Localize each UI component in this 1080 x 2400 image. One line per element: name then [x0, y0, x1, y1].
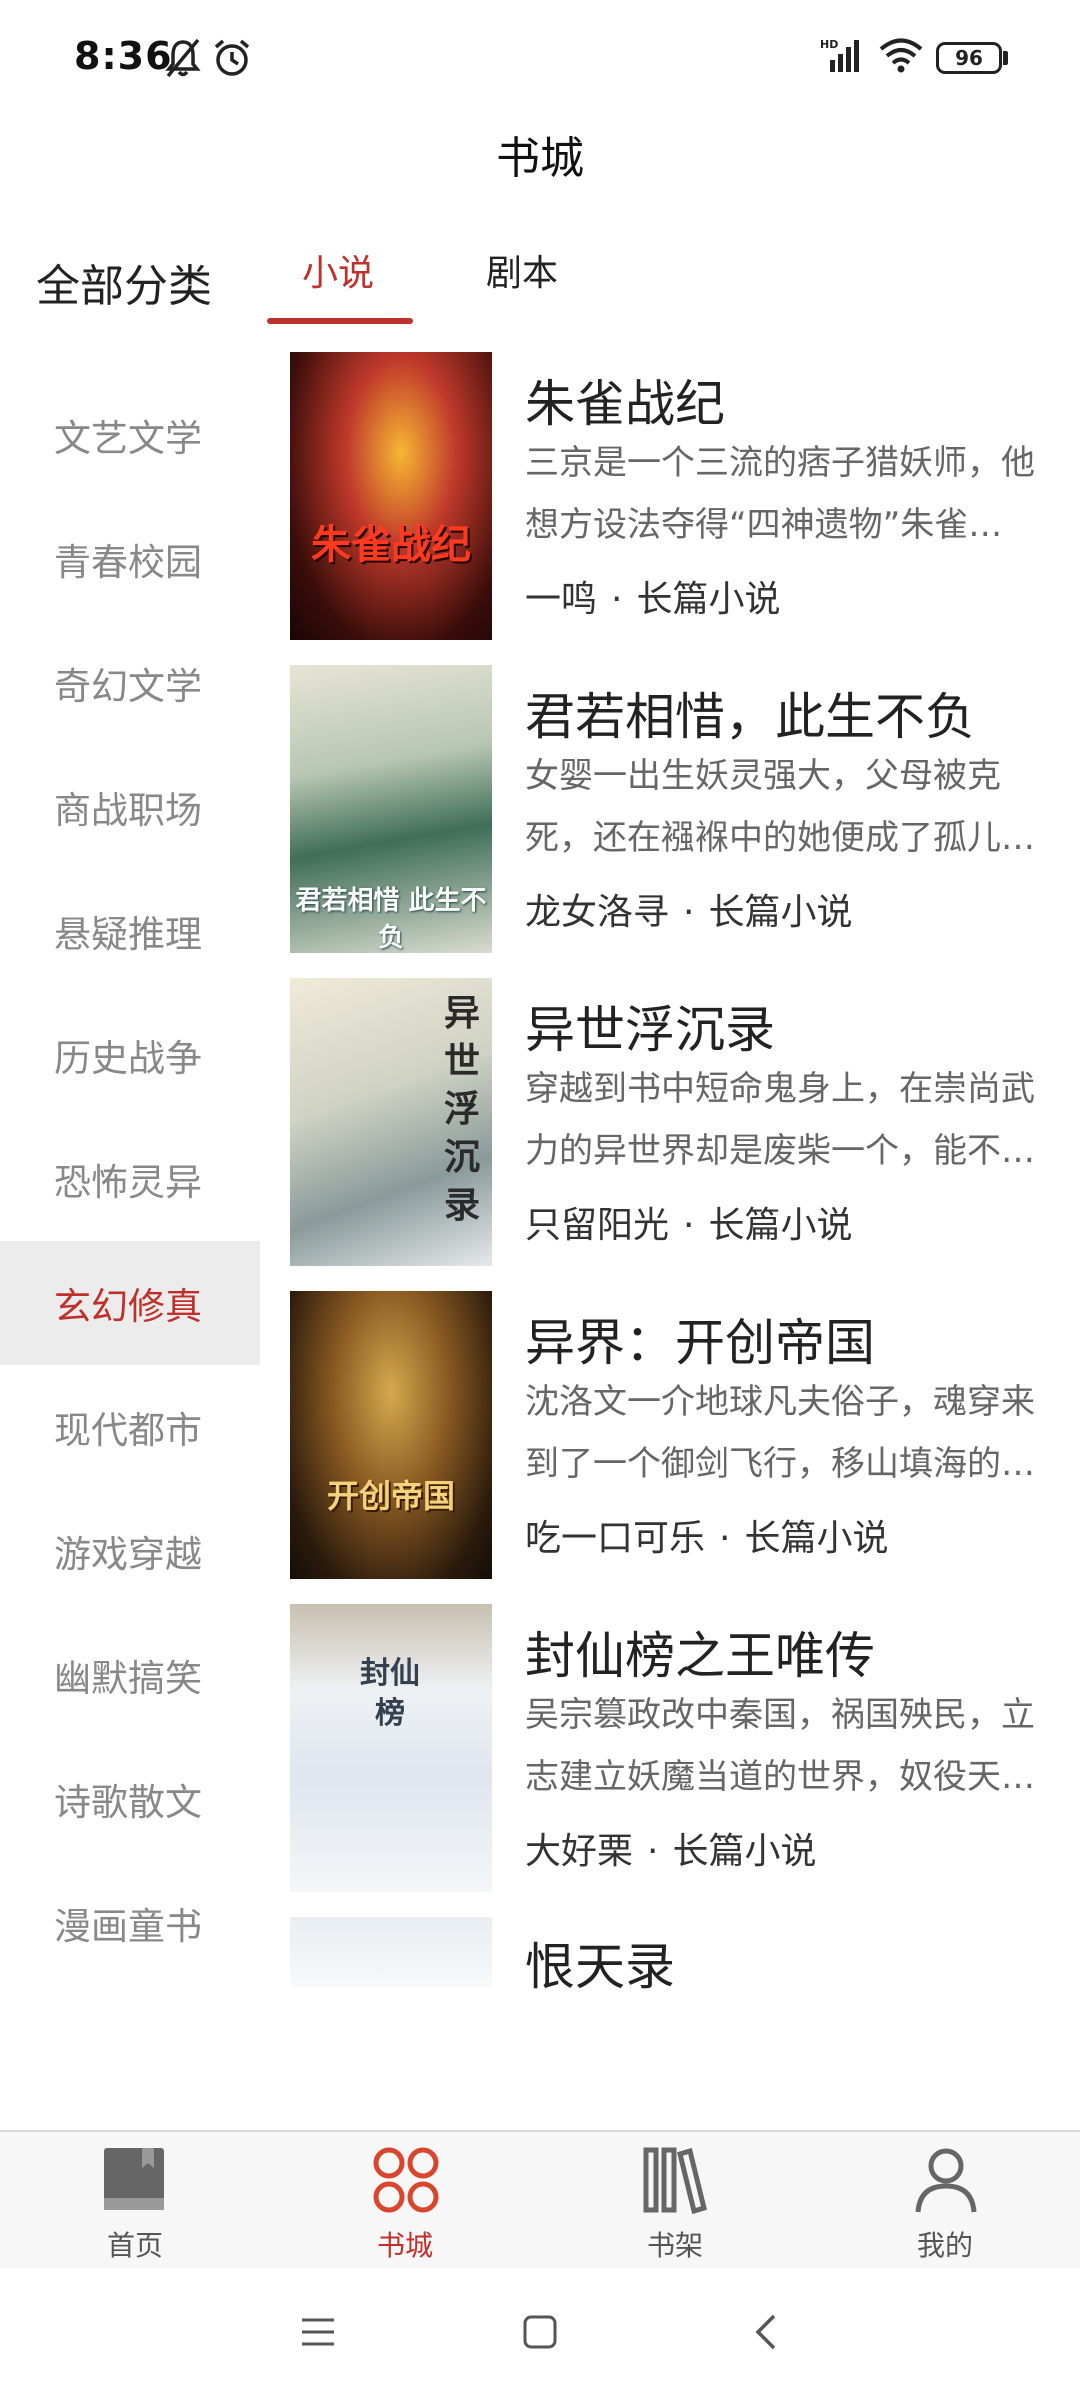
- book-item[interactable]: 封仙榜 封仙榜之王唯传 吴宗篡政改中秦国，祸国殃民，立志建立妖魔当道的世界，奴役…: [290, 1604, 1080, 1892]
- bookshelf-icon: [643, 2147, 707, 2215]
- book-meta: 只留阳光 · 长篇小说: [525, 1205, 853, 1246]
- nav-label: 书架: [646, 2229, 703, 2262]
- mute-bell-icon: [165, 38, 201, 78]
- category-sidebar: 文艺文学 青春校园 奇幻文学 商战职场 悬疑推理 历史战争 恐怖灵异 玄幻修真 …: [0, 373, 260, 1985]
- book-author: 吃一口可乐: [525, 1518, 706, 1559]
- sidebar-item-wenyi[interactable]: 文艺文学: [0, 373, 260, 497]
- book-description: 吴宗篡政改中秦国，祸国殃民，立志建立妖魔当道的世界，奴役天…: [525, 1695, 1035, 1797]
- user-icon: [915, 2148, 977, 2213]
- grid-icon: [373, 2147, 439, 2213]
- sidebar-item-lishi[interactable]: 历史战争: [0, 993, 260, 1117]
- status-time: 8:36: [74, 34, 173, 78]
- cover-title: 开创帝国: [326, 1477, 455, 1515]
- book-cover[interactable]: 朱雀战纪: [290, 352, 492, 640]
- sidebar-item-youmo[interactable]: 幽默搞笑: [0, 1613, 260, 1737]
- sidebar-item-xuanyi[interactable]: 悬疑推理: [0, 869, 260, 993]
- book-cover[interactable]: 封仙榜: [290, 1604, 492, 1892]
- menu-icon[interactable]: [300, 2316, 336, 2348]
- book-cover[interactable]: 开创帝国: [290, 1291, 492, 1579]
- book-item[interactable]: 开创帝国 异界：开创帝国 沈洛文一介地球凡夫俗子，魂穿来到了一个御剑飞行，移山填…: [290, 1291, 1080, 1579]
- signal-icon: HD: [820, 38, 859, 72]
- cover-title: 封仙榜: [360, 1656, 420, 1731]
- book-title: 封仙榜之王唯传: [525, 1627, 875, 1685]
- sidebar-item-qihuan[interactable]: 奇幻文学: [0, 621, 260, 745]
- book-type: 长篇小说: [744, 1518, 889, 1559]
- book-description: 三京是一个三流的痞子猎妖师，他想方设法夺得“四神遗物”朱雀…: [525, 443, 1035, 545]
- book-description: 沈洛文一介地球凡夫俗子，魂穿来到了一个御剑飞行，移山填海的…: [525, 1382, 1035, 1484]
- book-item[interactable]: 异世浮沉录 异世浮沉录 穿越到书中短命鬼身上，在崇尚武力的异世界却是废柴一个，能…: [290, 978, 1080, 1266]
- nav-item-bookstore[interactable]: 书城: [270, 2132, 540, 2270]
- book-item[interactable]: 君若相惜 此生不负 君若相惜，此生不负 女婴一出生妖灵强大，父母被克死，还在襁褓…: [290, 665, 1080, 953]
- status-bar: 8:36 HD 96: [0, 0, 1080, 120]
- tab-script[interactable]: 剧本: [486, 244, 558, 296]
- cover-title: 异世浮沉录: [443, 993, 480, 1226]
- book-type: 长篇小说: [672, 1831, 817, 1872]
- book-title: 异界：开创帝国: [525, 1314, 875, 1372]
- sidebar-item-shangzhan[interactable]: 商战职场: [0, 745, 260, 869]
- tab-active-indicator: [267, 318, 413, 324]
- sidebar-item-shige[interactable]: 诗歌散文: [0, 1737, 260, 1861]
- book-cover[interactable]: 君若相惜 此生不负: [290, 665, 492, 953]
- book-meta: 吃一口可乐 · 长篇小说: [525, 1518, 889, 1559]
- nav-item-home[interactable]: 首页: [0, 2132, 270, 2270]
- sidebar-item-youxi[interactable]: 游戏穿越: [0, 1489, 260, 1613]
- cover-title: 君若相惜 此生不负: [295, 886, 487, 953]
- book-meta: 一鸣 · 长篇小说: [525, 579, 781, 620]
- book-type: 长篇小说: [708, 892, 853, 933]
- sidebar-item-manhua[interactable]: 漫画童书: [0, 1861, 260, 1985]
- nav-label: 首页: [106, 2229, 163, 2262]
- battery-cap-icon: [1003, 51, 1008, 65]
- book-title: 异世浮沉录: [525, 1001, 775, 1059]
- alarm-icon: [214, 39, 250, 76]
- nav-item-bookshelf[interactable]: 书架: [540, 2132, 810, 2270]
- book-title: 恨天录: [525, 1938, 675, 1996]
- book-item[interactable]: 恨天录: [290, 1917, 1080, 1996]
- book-title: 朱雀战纪: [525, 375, 725, 433]
- sidebar-item-kongbu[interactable]: 恐怖灵异: [0, 1117, 260, 1241]
- back-chevron-icon[interactable]: [752, 2312, 780, 2352]
- page-title: 书城: [496, 133, 584, 184]
- sidebar-item-dushi[interactable]: 现代都市: [0, 1365, 260, 1489]
- book-cover[interactable]: [290, 1917, 492, 1987]
- wifi-icon: [879, 38, 923, 73]
- battery-icon: 96: [936, 42, 1002, 74]
- system-nav-bar: [0, 2268, 1080, 2400]
- book-meta: 龙女洛寻 · 长篇小说: [525, 892, 853, 933]
- bottom-nav: 首页 书城 书架 我的: [0, 2130, 1080, 2270]
- book-type: 长篇小说: [636, 579, 781, 620]
- book-description: 女婴一出生妖灵强大，父母被克死，还在襁褓中的她便成了孤儿…: [525, 756, 1035, 858]
- book-item[interactable]: 朱雀战纪 朱雀战纪 三京是一个三流的痞子猎妖师，他想方设法夺得“四神遗物”朱雀……: [290, 352, 1080, 640]
- nav-label: 我的: [916, 2229, 973, 2262]
- book-icon: [104, 2148, 164, 2210]
- nav-label: 书城: [376, 2229, 433, 2262]
- sidebar-item-xuanhuan[interactable]: 玄幻修真: [0, 1241, 260, 1365]
- svg-text:HD: HD: [820, 38, 838, 51]
- book-title: 君若相惜，此生不负: [525, 688, 975, 746]
- book-author: 大好栗: [525, 1831, 634, 1872]
- cover-title: 朱雀战纪: [311, 522, 471, 568]
- nav-item-profile[interactable]: 我的: [810, 2132, 1080, 2270]
- book-type: 长篇小说: [708, 1205, 853, 1246]
- book-description: 穿越到书中短命鬼身上，在崇尚武力的异世界却是废柴一个，能不…: [525, 1069, 1035, 1171]
- book-author: 一鸣: [525, 579, 598, 620]
- home-square-icon[interactable]: [522, 2314, 558, 2350]
- battery-level: 96: [955, 46, 983, 70]
- book-meta: 大好栗 · 长篇小说: [525, 1831, 817, 1872]
- sidebar-item-qingchun[interactable]: 青春校园: [0, 497, 260, 621]
- book-author: 龙女洛寻: [525, 892, 670, 933]
- book-author: 只留阳光: [525, 1205, 670, 1246]
- all-categories-label: 全部分类: [36, 261, 212, 312]
- book-cover[interactable]: 异世浮沉录: [290, 978, 492, 1266]
- tab-novel[interactable]: 小说: [302, 244, 374, 296]
